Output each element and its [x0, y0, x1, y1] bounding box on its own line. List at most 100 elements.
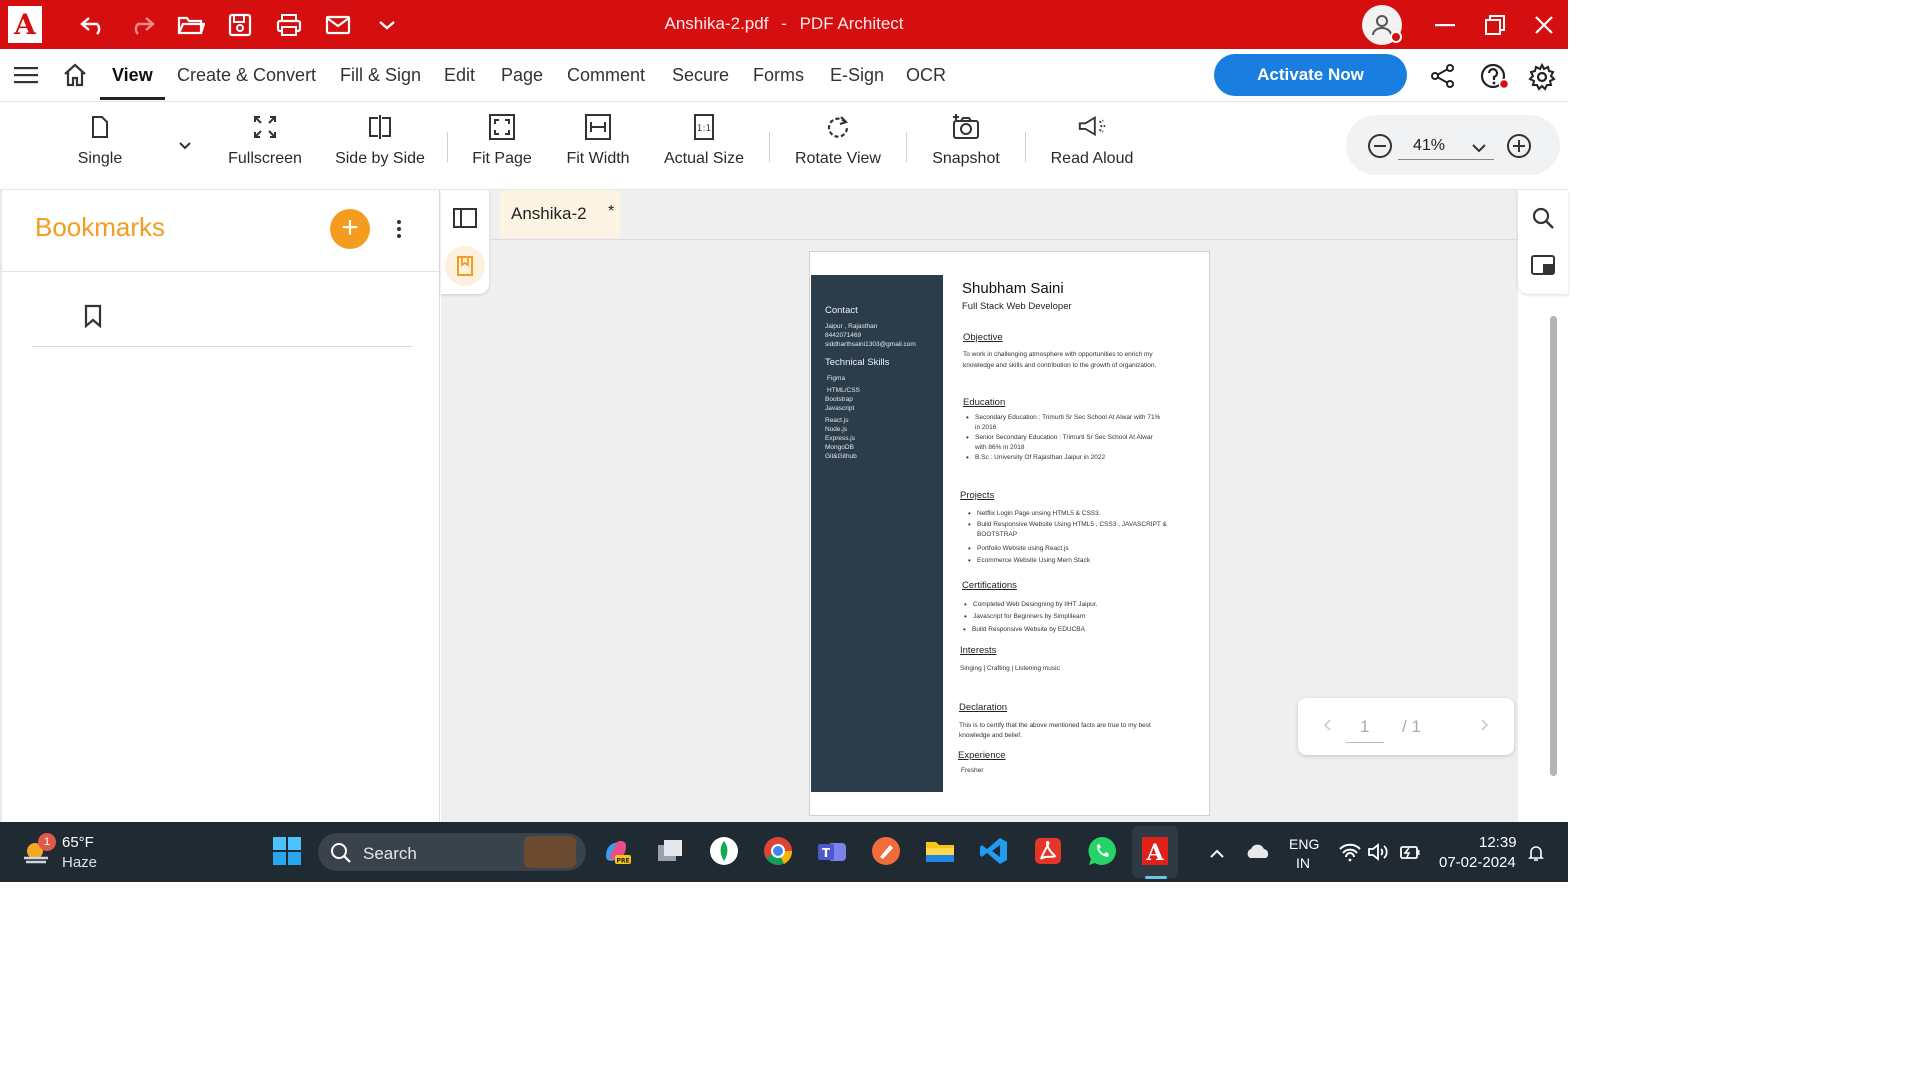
redo-icon[interactable] — [125, 8, 159, 42]
weather-temperature[interactable]: 65°F — [62, 834, 94, 851]
zoom-in-icon[interactable] — [1505, 132, 1533, 165]
menu-fill-sign[interactable]: Fill & Sign — [340, 65, 421, 86]
certifications-heading: Certifications — [962, 580, 1017, 591]
fit-width-button[interactable]: Fit Width — [562, 112, 634, 168]
battery-charging-icon[interactable] — [1397, 842, 1421, 867]
menu-edit[interactable]: Edit — [444, 65, 475, 86]
zoom-out-icon[interactable] — [1366, 132, 1394, 165]
projects-heading: Projects — [960, 490, 995, 501]
pdf-page: Contact Jaipur , Rajasthan 8442071469 si… — [809, 251, 1210, 816]
show-hidden-icons-chevron-icon[interactable] — [1209, 846, 1225, 864]
previous-page-icon[interactable] — [1322, 718, 1332, 737]
menu-view[interactable]: View — [112, 65, 153, 86]
chrome-icon[interactable] — [760, 833, 796, 869]
vscode-icon[interactable] — [976, 833, 1012, 869]
menu-e-sign[interactable]: E-Sign — [830, 65, 884, 86]
panel-toggle-strip — [441, 190, 489, 294]
teams-icon[interactable]: T — [814, 833, 850, 869]
project-item: Ecommerce Website Using Mern Stack — [968, 556, 1090, 566]
current-page-input[interactable]: 1 — [1360, 717, 1369, 737]
more-options-icon[interactable] — [388, 214, 410, 244]
fit-page-button[interactable]: Fit Page — [468, 112, 536, 168]
print-icon[interactable] — [272, 8, 306, 42]
sidebar-toggle-icon[interactable] — [452, 206, 478, 235]
project-item: Netflix Login Page unsing HTML5 & CSS3. — [968, 509, 1101, 519]
pdf-reader-icon[interactable] — [1030, 833, 1066, 869]
fit-page-label: Fit Page — [472, 150, 532, 167]
fit-width-icon — [583, 112, 613, 142]
file-explorer-icon[interactable] — [922, 833, 958, 869]
settings-gear-icon[interactable] — [1528, 62, 1556, 96]
save-icon[interactable] — [223, 8, 257, 42]
search-icon[interactable] — [1531, 206, 1555, 235]
unsaved-marker: * — [608, 203, 615, 220]
bookmarks-panel-icon[interactable] — [445, 246, 485, 286]
resume-role: Full Stack Web Developer — [962, 301, 1072, 312]
windows-start-icon[interactable] — [269, 833, 305, 869]
chevron-down-icon[interactable] — [370, 8, 404, 42]
menu-ocr[interactable]: OCR — [906, 65, 946, 86]
actual-size-button[interactable]: 1:1 Actual Size — [660, 112, 748, 168]
email-icon[interactable] — [321, 8, 355, 42]
language-indicator-bottom[interactable]: IN — [1296, 855, 1310, 871]
menu-create-convert[interactable]: Create & Convert — [177, 65, 316, 86]
layout-dropdown-chevron-icon[interactable] — [178, 138, 192, 156]
zoom-level-value[interactable]: 41% — [1413, 137, 1445, 155]
task-view-icon[interactable] — [652, 833, 688, 869]
menu-page[interactable]: Page — [501, 65, 543, 86]
actual-size-label: Actual Size — [663, 150, 745, 167]
wifi-icon[interactable] — [1338, 842, 1362, 867]
sketch-app-icon[interactable] — [868, 833, 904, 869]
single-page-button[interactable]: Single — [72, 112, 128, 168]
rotate-view-button[interactable]: Rotate View — [791, 112, 885, 168]
fit-width-label: Fit Width — [566, 150, 630, 167]
menu-secure[interactable]: Secure — [672, 65, 729, 86]
notification-dot — [1390, 31, 1402, 43]
vertical-scrollbar[interactable] — [1550, 316, 1557, 776]
clock-date[interactable]: 07-02-2024 — [1439, 854, 1516, 871]
undo-icon[interactable] — [76, 8, 110, 42]
restore-icon[interactable] — [1478, 8, 1512, 42]
minimize-icon[interactable] — [1428, 8, 1462, 42]
language-indicator-top[interactable]: ENG — [1289, 836, 1319, 852]
add-bookmark-button[interactable]: + — [330, 209, 370, 249]
close-icon[interactable] — [1527, 8, 1561, 42]
education-heading: Education — [963, 397, 1006, 408]
app-name: PDF Architect — [799, 14, 904, 33]
next-page-icon[interactable] — [1480, 718, 1490, 737]
right-tool-panel — [1518, 190, 1568, 294]
app-logo-icon[interactable]: A — [8, 6, 42, 43]
read-aloud-button[interactable]: Read Aloud — [1048, 112, 1136, 168]
weather-description[interactable]: Haze — [62, 854, 97, 871]
fullscreen-button[interactable]: Fullscreen — [225, 112, 305, 168]
menu-forms[interactable]: Forms — [753, 65, 804, 86]
project-item-cont: BOOTSTRAP — [977, 531, 1018, 538]
pdf-architect-taskbar-icon[interactable]: A — [1137, 833, 1173, 869]
user-account-icon[interactable] — [1362, 5, 1402, 45]
activate-now-button[interactable]: Activate Now — [1214, 54, 1407, 96]
side-by-side-button[interactable]: Side by Side — [334, 112, 426, 168]
volume-icon[interactable] — [1367, 842, 1391, 867]
help-icon[interactable] — [1479, 62, 1510, 97]
fullscreen-label: Fullscreen — [228, 150, 302, 167]
zoom-dropdown-chevron-icon[interactable] — [1471, 140, 1487, 158]
contact-email: siddharthsaini1303@gmail.com — [825, 341, 916, 348]
clock-time[interactable]: 12:39 — [1479, 834, 1517, 851]
actual-size-icon: 1:1 — [689, 112, 719, 142]
whatsapp-icon[interactable] — [1084, 833, 1120, 869]
open-folder-icon[interactable] — [174, 8, 208, 42]
resume-name: Shubham Saini — [962, 280, 1064, 297]
bookmark-icon[interactable] — [82, 303, 104, 334]
mongodb-compass-icon[interactable] — [706, 833, 742, 869]
notification-bell-icon[interactable] — [1527, 844, 1545, 867]
onedrive-cloud-icon[interactable] — [1244, 842, 1272, 867]
hamburger-menu-icon[interactable] — [14, 66, 38, 89]
tab-divider — [489, 239, 1518, 240]
copilot-icon[interactable]: PRE — [598, 833, 634, 869]
document-tab-name[interactable]: Anshika-2 — [511, 204, 587, 224]
panel-view-icon[interactable] — [1530, 254, 1556, 281]
snapshot-button[interactable]: Snapshot — [928, 112, 1004, 168]
share-icon[interactable] — [1430, 63, 1456, 94]
home-icon[interactable] — [62, 63, 88, 92]
menu-comment[interactable]: Comment — [567, 65, 645, 86]
